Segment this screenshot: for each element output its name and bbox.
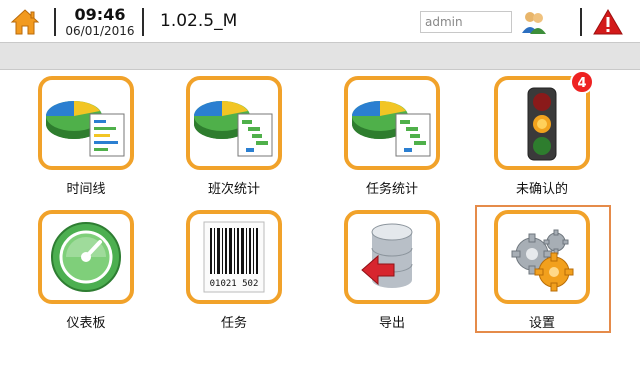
tile-label: 导出 [378,316,405,331]
home-button[interactable] [10,8,40,36]
header-divider [54,8,56,36]
pie-chart-gantt-icon [352,101,431,157]
pie-chart-gantt-icon [194,101,273,157]
alarm-warning-icon [593,9,623,35]
tile-frame[interactable] [344,76,440,170]
home-icon [10,9,40,35]
header-divider [142,8,144,36]
tile-frame[interactable] [38,76,134,170]
top-header: 09:46 06/01/2016 1.02.5_M [0,0,640,42]
alarm-button[interactable] [593,8,623,36]
clock-time: 09:46 [74,5,126,24]
database-export-icon [361,223,413,288]
users-icon [522,12,546,34]
user-switch-button[interactable] [520,9,548,35]
unacknowledged-count-badge: 4 [570,70,594,94]
tile-label: 未确认的 [515,182,568,197]
tile-frame[interactable] [494,210,590,304]
clock-date: 06/01/2016 [65,24,135,38]
tile-label: 设置 [528,316,555,331]
tile-label: 任务统计 [365,182,418,197]
toolbar-strip [0,42,640,70]
tile-frame[interactable] [38,210,134,304]
tile-frame[interactable]: 01021 502 [186,210,282,304]
gears-icon [511,229,574,292]
tile-frame[interactable]: 4 [494,70,594,170]
header-divider [580,8,582,36]
version-label: 1.02.5_M [160,11,238,31]
tile-label: 仪表板 [66,316,106,331]
gauge-icon [51,222,121,292]
tile-frame[interactable] [186,76,282,170]
tile-label: 任务 [220,316,247,331]
tile-label: 班次统计 [207,182,260,197]
tile-frame[interactable] [344,210,440,304]
tile-label: 时间线 [66,182,106,197]
user-field[interactable] [420,11,512,33]
traffic-light-icon [527,87,557,161]
barcode-number: 01021 502 [210,279,259,289]
barcode-icon: 01021 502 [203,221,265,293]
pie-chart-report-icon [46,101,125,157]
